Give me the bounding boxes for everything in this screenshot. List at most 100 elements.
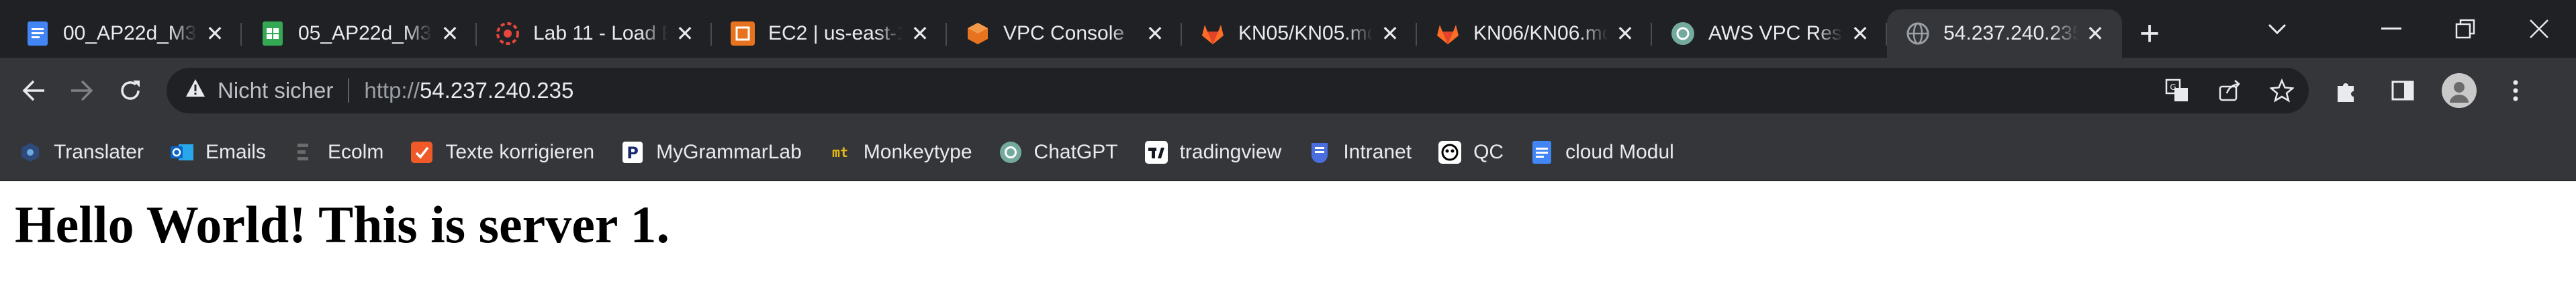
divider — [348, 79, 350, 103]
bookmarks-bar: Translater Emails Ecolm Texte korrigiere… — [0, 123, 2576, 181]
side-panel-icon[interactable] — [2381, 69, 2424, 112]
tab-title: Lab 11 - Load Balancer — [533, 22, 668, 44]
tab-title: VPC Console — [1003, 22, 1125, 44]
tab-lab-11[interactable]: Lab 11 - Load Balancer ✕ — [477, 9, 712, 58]
bookmark-chatgpt[interactable]: ChatGPT — [999, 141, 1118, 164]
url-protocol: http:// — [364, 78, 420, 103]
new-tab-button[interactable]: + — [2126, 9, 2173, 58]
back-button[interactable] — [9, 66, 58, 115]
arrow-left-icon — [22, 80, 44, 101]
minimize-icon[interactable] — [2354, 2, 2428, 56]
bookmark-label: QC — [1473, 140, 1504, 163]
close-icon[interactable]: ✕ — [1143, 21, 1167, 46]
tab-active-server[interactable]: 54.237.240.235 ✕ — [1887, 9, 2122, 58]
close-icon[interactable]: ✕ — [908, 21, 932, 46]
bookmark-label: Intranet — [1343, 140, 1412, 163]
text-correct-icon — [410, 141, 433, 164]
bookmark-cloud-modul[interactable]: cloud Modul — [1530, 140, 1674, 164]
close-icon[interactable]: ✕ — [203, 21, 227, 46]
gitlab-icon — [1201, 21, 1225, 46]
bookmark-intranet[interactable]: Intranet — [1308, 141, 1412, 164]
arrow-right-icon — [71, 80, 93, 101]
omnibox-actions: G — [2161, 74, 2298, 107]
translater-icon — [19, 141, 42, 164]
tradingview-icon — [1144, 140, 1168, 164]
translate-icon[interactable]: G — [2161, 74, 2193, 107]
bookmark-tradingview[interactable]: tradingview — [1144, 140, 1282, 164]
bookmark-label: ChatGPT — [1033, 140, 1118, 163]
google-docs-icon — [1530, 140, 1553, 164]
tab-title: EC2 | us-east-1 — [768, 22, 903, 44]
extensions-icon[interactable] — [2325, 69, 2368, 112]
profile-avatar[interactable] — [2438, 69, 2481, 112]
svg-text:P: P — [627, 144, 639, 162]
close-window-icon[interactable] — [2502, 2, 2576, 56]
ecolm-icon — [293, 141, 316, 164]
avatar-icon — [2442, 73, 2477, 108]
page-content: Hello World! This is server 1. — [0, 181, 2576, 268]
page-heading: Hello World! This is server 1. — [15, 195, 670, 254]
forward-button[interactable] — [58, 66, 106, 115]
bookmark-mygrammarlab[interactable]: P MyGrammarLab — [621, 141, 802, 164]
tab-00-ap22d[interactable]: 00_AP22d_M346 ✕ — [7, 9, 242, 58]
intranet-icon — [1308, 141, 1331, 164]
bookmark-monkeytype[interactable]: mt Monkeytype — [829, 141, 972, 164]
tab-05-ap22d[interactable]: 05_AP22d_M346 ✕ — [242, 9, 477, 58]
tab-title: 05_AP22d_M346 — [298, 22, 432, 44]
outlook-icon — [170, 141, 193, 164]
tab-title: 54.237.240.235 — [1943, 22, 2078, 44]
tab-list: 00_AP22d_M346 ✕ 05_AP22d_M346 ✕ Lab 11 -… — [0, 0, 2173, 58]
tab-kn05[interactable]: KN05/KN05.md ✕ — [1182, 9, 1417, 58]
bookmark-label: Ecolm — [327, 140, 384, 163]
svg-text:G: G — [2170, 83, 2176, 92]
url-host: 54.237.240.235 — [419, 78, 574, 103]
chevron-down-icon[interactable] — [2254, 5, 2301, 52]
restore-icon[interactable] — [2428, 2, 2502, 56]
bookmark-label: MyGrammarLab — [656, 140, 802, 163]
tab-title: 00_AP22d_M346 — [63, 22, 197, 44]
tab-ec2[interactable]: EC2 | us-east-1 ✕ — [712, 9, 947, 58]
security-label[interactable]: Nicht sicher — [218, 78, 333, 103]
bookmark-label: Translater — [54, 140, 144, 163]
bookmark-translater[interactable]: Translater — [19, 141, 144, 164]
monkeytype-icon: mt — [829, 141, 852, 164]
aws-vpc-icon — [966, 21, 990, 46]
google-docs-icon — [26, 21, 50, 46]
close-icon[interactable]: ✕ — [1848, 21, 1872, 46]
close-icon[interactable]: ✕ — [1378, 21, 1402, 46]
reload-icon — [121, 81, 140, 100]
bookmark-ecolm[interactable]: Ecolm — [293, 141, 383, 164]
tab-title: AWS VPC Resources — [1708, 22, 1843, 44]
toolbar: Nicht sicher http://54.237.240.235 G — [0, 58, 2576, 123]
mygrammarlab-icon: P — [621, 141, 644, 164]
bookmark-emails[interactable]: Emails — [170, 140, 266, 164]
close-icon[interactable]: ✕ — [2083, 21, 2107, 46]
bookmark-label: Emails — [205, 140, 266, 163]
tab-vpc-console[interactable]: VPC Console ✕ — [947, 9, 1182, 58]
bookmark-label: Texte korrigieren — [445, 140, 595, 163]
window-controls — [2354, 0, 2576, 58]
qc-icon — [1438, 140, 1462, 164]
bookmark-qc[interactable]: QC — [1438, 140, 1504, 164]
reload-button[interactable] — [106, 66, 154, 115]
close-icon[interactable]: ✕ — [438, 21, 462, 46]
globe-icon — [1906, 21, 1930, 46]
tab-title: KN06/KN06.md — [1473, 22, 1608, 44]
chatgpt-icon — [999, 141, 1022, 164]
svg-text:mt: mt — [832, 144, 848, 160]
menu-icon[interactable] — [2494, 69, 2537, 112]
bookmark-texte-korrigieren[interactable]: Texte korrigieren — [410, 141, 594, 164]
share-icon[interactable] — [2213, 74, 2246, 107]
aws-academy-icon — [496, 21, 520, 46]
address-bar[interactable]: Nicht sicher http://54.237.240.235 G — [167, 68, 2309, 113]
close-icon[interactable]: ✕ — [1613, 21, 1637, 46]
tab-strip: 00_AP22d_M346 ✕ 05_AP22d_M346 ✕ Lab 11 -… — [0, 0, 2576, 58]
tab-kn06[interactable]: KN06/KN06.md ✕ — [1417, 9, 1652, 58]
warning-icon[interactable] — [185, 79, 205, 103]
bookmark-label: tradingview — [1179, 140, 1282, 163]
tab-aws-vpc-resources[interactable]: AWS VPC Resources ✕ — [1652, 9, 1887, 58]
url-text[interactable]: http://54.237.240.235 — [364, 78, 573, 103]
close-icon[interactable]: ✕ — [673, 21, 697, 46]
tab-title: KN05/KN05.md — [1238, 22, 1373, 44]
star-icon[interactable] — [2266, 74, 2298, 107]
